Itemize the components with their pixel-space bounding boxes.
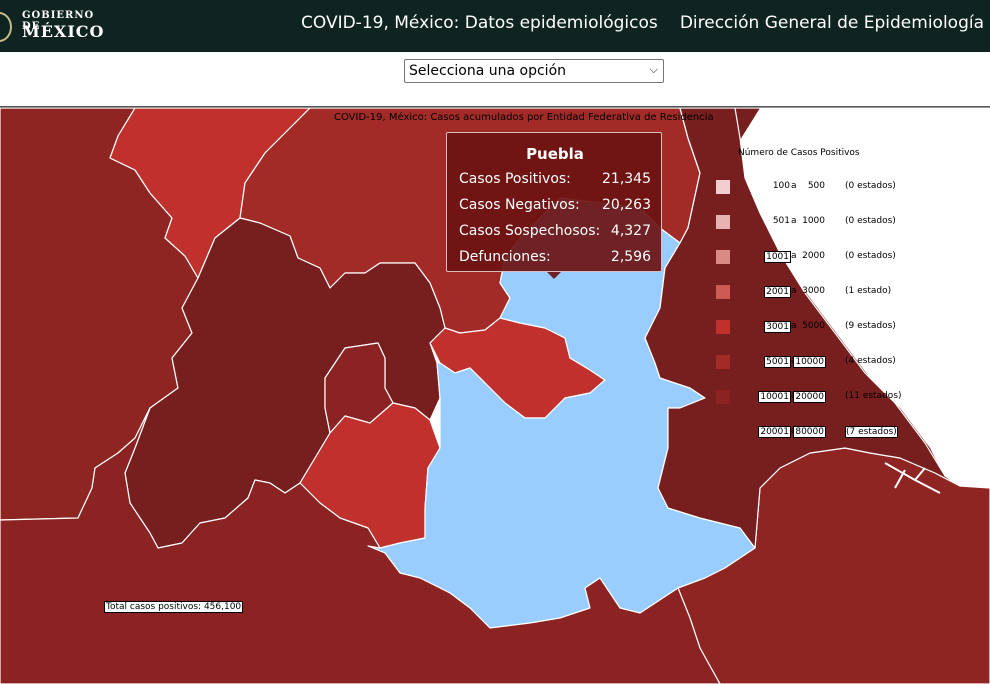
legend-row: 501 a 1000 (0 estados) bbox=[716, 215, 916, 229]
legend-count: (11 estados) bbox=[845, 391, 902, 401]
app-title: COVID-19, México: Datos epidemiológicos bbox=[301, 13, 658, 33]
legend-to: 10000 bbox=[793, 356, 826, 368]
legend-from: 501 bbox=[772, 216, 790, 226]
legend-sep: a bbox=[791, 321, 797, 331]
legend-from: 20001 bbox=[758, 426, 791, 438]
gobierno-logo[interactable]: GOBIERNO DE MÉXICO bbox=[0, 6, 115, 46]
legend-count: (4 estados) bbox=[845, 356, 896, 366]
tooltip-value: 2,596 bbox=[610, 249, 651, 265]
tooltip-title: Puebla bbox=[526, 145, 584, 163]
tooltip-value: 20,263 bbox=[602, 197, 651, 213]
legend-sep: a bbox=[791, 251, 797, 261]
legend-swatch bbox=[716, 320, 730, 334]
tooltip-value: 21,345 bbox=[602, 171, 651, 187]
select-value: Selecciona una opción bbox=[409, 63, 567, 79]
tooltip-label: Casos Sospechosos: bbox=[459, 223, 601, 239]
legend-row: 10001 a 20000 (11 estados) bbox=[716, 390, 916, 404]
tooltip-label: Casos Negativos: bbox=[459, 197, 580, 213]
legend-to: 1000 bbox=[802, 216, 825, 226]
legend-count: (0 estados) bbox=[845, 181, 896, 191]
legend-to: 2000 bbox=[802, 251, 825, 261]
chevron-down-icon: ⌵ bbox=[649, 63, 658, 76]
legend-swatch bbox=[716, 355, 730, 369]
header-bar: GOBIERNO DE MÉXICO COVID-19, México: Dat… bbox=[0, 0, 990, 52]
legend-row: 5001 a 10000 (4 estados) bbox=[716, 355, 916, 369]
legend-swatch bbox=[716, 250, 730, 264]
legend-count: (0 estados) bbox=[845, 251, 896, 261]
agency-name: Dirección General de Epidemiología bbox=[679, 13, 984, 33]
legend-swatch bbox=[716, 215, 730, 229]
option-select[interactable]: Selecciona una opción ⌵ bbox=[404, 59, 664, 83]
map-title: COVID-19, México: Casos acumulados por E… bbox=[334, 112, 714, 123]
logo-line-2: MÉXICO bbox=[22, 22, 105, 41]
legend-swatch bbox=[716, 180, 730, 194]
legend-row: 3001 a 5000 (9 estados) bbox=[716, 320, 916, 334]
map-area: COVID-19, México: Casos acumulados por E… bbox=[0, 108, 990, 684]
legend-sep: a bbox=[791, 216, 797, 226]
legend-from: 2001 bbox=[764, 286, 791, 298]
legend-to: 5000 bbox=[802, 321, 825, 331]
legend-row: 2001 a 3000 (1 estado) bbox=[716, 285, 916, 299]
legend-row: 1001 a 2000 (0 estados) bbox=[716, 250, 916, 264]
legend-count: (0 estados) bbox=[845, 216, 896, 226]
tooltip-label: Defunciones: bbox=[459, 249, 551, 265]
legend-swatch bbox=[716, 390, 730, 404]
legend-from: 10001 bbox=[758, 391, 791, 403]
total-cases: Total casos positivos: 456,100 bbox=[104, 601, 244, 613]
legend-count: (1 estado) bbox=[845, 286, 892, 296]
legend-row: 20001 a 80000 (7 estados) bbox=[716, 425, 916, 439]
tooltip-label: Casos Positivos: bbox=[459, 171, 571, 187]
legend-to: 3000 bbox=[802, 286, 825, 296]
legend-swatch bbox=[716, 285, 730, 299]
state-tooltip: Puebla Casos Positivos: 21,345 Casos Neg… bbox=[446, 132, 662, 279]
legend-count: (9 estados) bbox=[845, 321, 896, 331]
tooltip-arrow-icon bbox=[547, 272, 561, 279]
legend-count: (7 estados) bbox=[845, 426, 898, 438]
legend-sep: a bbox=[791, 181, 797, 191]
legend-from: 100 bbox=[772, 181, 790, 191]
legend-to: 500 bbox=[807, 181, 825, 191]
tooltip-value: 4,327 bbox=[610, 223, 651, 239]
legend-to: 20000 bbox=[793, 391, 826, 403]
seal-icon bbox=[0, 12, 12, 42]
legend-row: 100 a 500 (0 estados) bbox=[716, 180, 916, 194]
legend-title: Número de Casos Positivos bbox=[738, 148, 860, 158]
legend-swatch bbox=[716, 425, 730, 439]
legend-from: 1001 bbox=[764, 251, 791, 263]
legend-sep: a bbox=[791, 286, 797, 296]
legend-from: 5001 bbox=[764, 356, 791, 368]
legend-from: 3001 bbox=[764, 321, 791, 333]
legend-to: 80000 bbox=[793, 426, 826, 438]
